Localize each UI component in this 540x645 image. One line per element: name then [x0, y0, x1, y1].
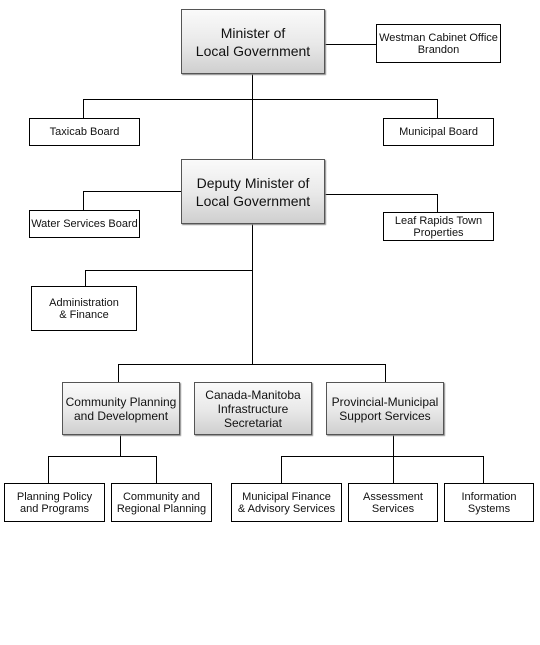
connector: [120, 435, 121, 456]
connector: [324, 44, 377, 45]
taxicab-board-box: Taxicab Board: [29, 118, 140, 146]
information-systems-box: Information Systems: [444, 483, 534, 522]
municipal-finance-box: Municipal Finance & Advisory Services: [231, 483, 342, 522]
connector: [437, 99, 438, 119]
connector: [281, 456, 282, 483]
connector: [85, 270, 86, 286]
connector: [483, 456, 484, 483]
westman-cabinet-office-box: Westman Cabinet Office Brandon: [376, 24, 501, 63]
connector: [324, 194, 438, 195]
connector: [83, 99, 438, 100]
deputy-minister-box: Deputy Minister of Local Government: [181, 159, 325, 224]
connector: [118, 364, 119, 382]
assessment-services-box: Assessment Services: [348, 483, 438, 522]
connector: [393, 456, 394, 483]
connector: [252, 223, 253, 365]
connector: [83, 99, 84, 119]
administration-finance-box: Administration & Finance: [31, 286, 137, 331]
connector: [83, 191, 84, 211]
connector: [118, 364, 386, 365]
connector: [385, 364, 386, 382]
minister-box: Minister of Local Government: [181, 9, 325, 74]
connector: [83, 191, 182, 192]
connector: [437, 194, 438, 213]
connector: [281, 456, 484, 457]
connector: [48, 456, 157, 457]
water-services-board-box: Water Services Board: [29, 210, 140, 238]
connector: [252, 73, 253, 160]
provincial-municipal-box: Provincial-Municipal Support Services: [326, 382, 444, 435]
community-planning-box: Community Planning and Development: [62, 382, 180, 435]
municipal-board-box: Municipal Board: [383, 118, 494, 146]
connector: [393, 435, 394, 456]
connector: [48, 456, 49, 483]
planning-policy-box: Planning Policy and Programs: [4, 483, 105, 522]
infrastructure-secretariat-box: Canada-Manitoba Infrastructure Secretari…: [194, 382, 312, 435]
leaf-rapids-box: Leaf Rapids Town Properties: [383, 212, 494, 241]
connector: [85, 270, 253, 271]
community-regional-box: Community and Regional Planning: [111, 483, 212, 522]
connector: [156, 456, 157, 483]
